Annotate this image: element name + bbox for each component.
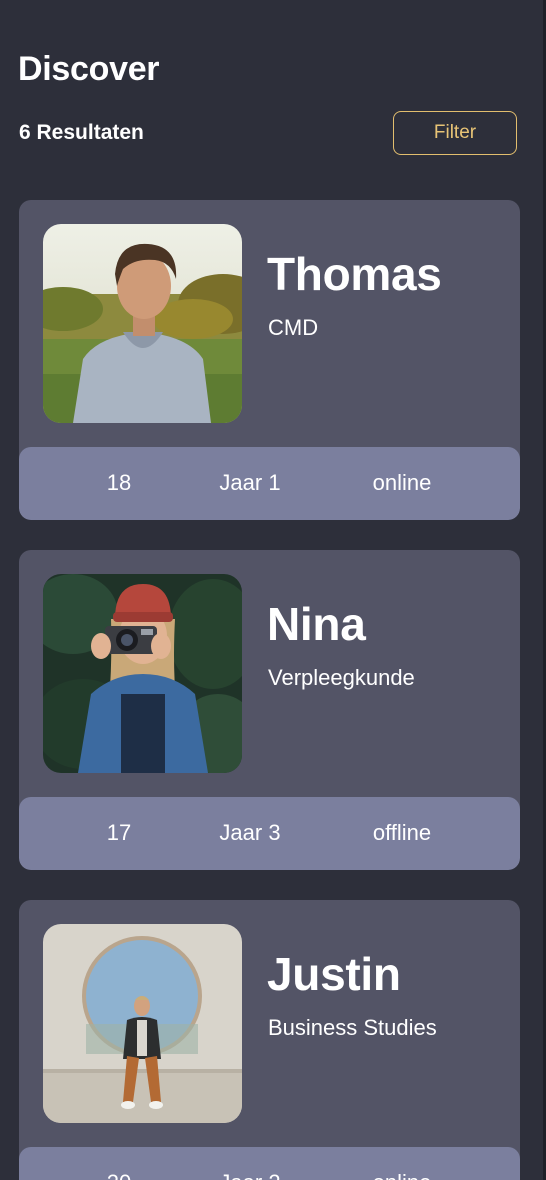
profile-card-justin[interactable]: Justin Business Studies 20 Jaar 2 online	[19, 900, 520, 1180]
profile-name: Nina	[267, 598, 366, 650]
profile-age: 18	[106, 470, 132, 495]
page-title: Discover	[18, 50, 160, 88]
profile-info-bar: 20 Jaar 2 online	[19, 1147, 520, 1180]
profile-year: Jaar 1	[219, 470, 281, 495]
profile-study: Verpleegkunde	[268, 665, 415, 690]
profile-info-bar: 17 Jaar 3 offline	[19, 797, 520, 870]
profile-year: Jaar 3	[219, 820, 281, 845]
profile-info-bar: 18 Jaar 1 online	[19, 447, 520, 520]
profile-card-nina[interactable]: Nina Verpleegkunde 17 Jaar 3 offline	[19, 550, 520, 870]
profile-photo	[43, 224, 242, 423]
profile-study: CMD	[268, 315, 319, 340]
profile-year: Jaar 2	[219, 1169, 280, 1180]
results-count: 6 Resultaten	[19, 121, 144, 144]
profile-status: offline	[372, 820, 432, 845]
profile-age: 20	[107, 1169, 131, 1180]
filter-button[interactable]: Filter	[393, 111, 517, 155]
profile-study: Business Studies	[268, 1015, 437, 1040]
profile-card-thomas[interactable]: Thomas CMD 18 Jaar 1 online	[19, 200, 520, 520]
profile-status: online	[373, 1169, 432, 1180]
profile-name: Justin	[267, 948, 401, 1000]
profile-name: Thomas	[267, 248, 442, 300]
profile-photo	[43, 574, 242, 773]
discover-page: Discover 6 Resultaten Filter Thomas CMD …	[0, 0, 546, 1180]
profile-age: 17	[106, 820, 132, 845]
profile-photo	[43, 924, 242, 1123]
profile-status: online	[372, 470, 432, 495]
